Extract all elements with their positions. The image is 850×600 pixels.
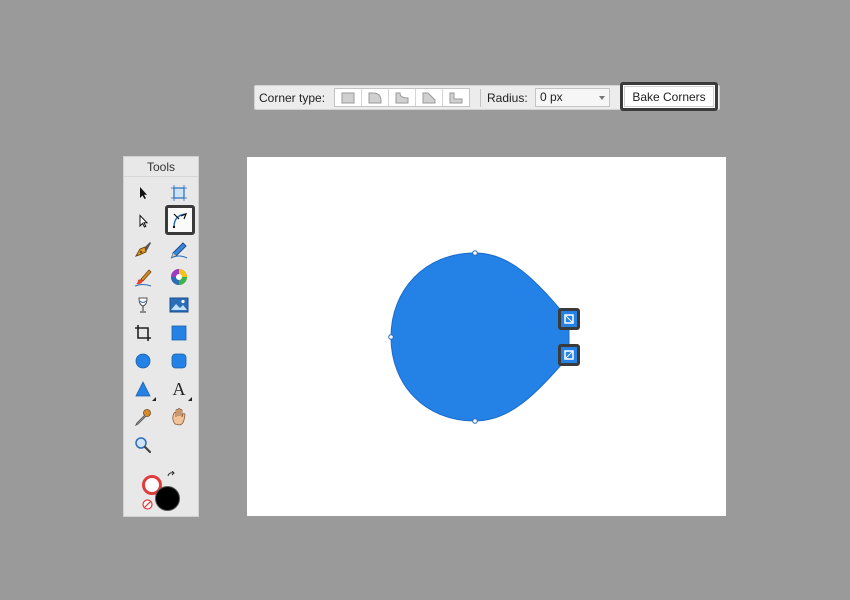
canvas-svg	[388, 250, 570, 424]
pen-tool[interactable]	[132, 238, 154, 260]
color-picker-tool-icon	[134, 409, 151, 426]
color-swatches	[140, 471, 186, 513]
node-handle-bottom[interactable]	[472, 418, 478, 424]
place-image-tool-icon	[169, 297, 189, 313]
chamfer-corner-icon	[422, 92, 436, 103]
no-color-icon[interactable]	[142, 499, 153, 510]
move-tool[interactable]	[132, 182, 154, 204]
corner-type-label: Corner type:	[259, 91, 326, 105]
corner-type-none-button[interactable]	[335, 89, 362, 106]
text-tool[interactable]: A	[168, 378, 192, 401]
corner-tool-icon	[172, 212, 188, 229]
corner-type-rounded-button[interactable]	[362, 89, 389, 106]
tools-title-divider	[124, 176, 198, 177]
zoom-tool-icon	[135, 437, 152, 454]
document-canvas[interactable]	[247, 157, 726, 516]
move-tool-icon	[140, 187, 147, 199]
view-tool-icon	[172, 408, 186, 426]
crop-tool[interactable]	[132, 322, 154, 344]
concave-corner-icon	[395, 92, 409, 103]
swap-colors-icon[interactable]	[166, 471, 178, 483]
place-image-tool[interactable]	[168, 294, 190, 316]
radius-dropdown[interactable]: 0 px	[535, 88, 610, 107]
fill-tool-icon	[138, 297, 148, 313]
zoom-tool[interactable]	[132, 434, 154, 456]
corner-node-icon	[564, 350, 574, 360]
triangle-tool[interactable]	[132, 378, 156, 401]
corner-type-straight-button[interactable]	[443, 89, 469, 106]
color-picker-tool[interactable]	[132, 406, 154, 428]
node-tool-icon	[139, 214, 149, 228]
corner-tool[interactable]	[165, 205, 195, 235]
view-tool[interactable]	[168, 406, 190, 428]
color-picker-wheel-icon	[171, 269, 187, 285]
triangle-tool-icon	[135, 381, 151, 397]
corner-node-icon	[564, 314, 574, 324]
radius-label: Radius:	[487, 91, 528, 105]
rectangle-tool[interactable]	[168, 322, 190, 344]
toolbar-separator	[480, 89, 481, 107]
rounded-corner-icon	[368, 92, 382, 103]
rounded-rectangle-tool-icon	[171, 353, 187, 369]
tools-panel: Tools A	[123, 156, 199, 517]
chevron-down-icon	[599, 96, 605, 100]
artboard-tool-icon	[171, 185, 187, 201]
rounded-rectangle-tool[interactable]	[168, 350, 190, 372]
corner-node-highlight-top[interactable]	[558, 308, 580, 330]
vector-brush-tool-icon	[134, 269, 152, 287]
teardrop-shape[interactable]	[390, 252, 570, 422]
artboard-tool[interactable]	[168, 182, 190, 204]
corner-node-highlight-bottom[interactable]	[558, 344, 580, 366]
node-handle-left[interactable]	[388, 334, 394, 340]
color-picker-wheel-tool[interactable]	[168, 266, 190, 288]
corner-type-concave-button[interactable]	[389, 89, 416, 106]
ellipse-tool[interactable]	[132, 350, 154, 372]
none-corner-icon	[341, 92, 355, 103]
crop-tool-icon	[135, 325, 151, 341]
node-handle-top[interactable]	[472, 250, 478, 256]
fill-tool[interactable]	[132, 294, 154, 316]
bake-corners-label: Bake Corners	[632, 89, 706, 104]
corner-type-chamfer-button[interactable]	[416, 89, 443, 106]
vector-brush-tool[interactable]	[132, 266, 154, 288]
straight-corner-icon	[449, 92, 463, 103]
radius-value: 0 px	[540, 90, 563, 104]
ellipse-tool-icon	[135, 353, 151, 369]
bake-corners-button[interactable]: Bake Corners	[620, 82, 718, 111]
rectangle-tool-icon	[171, 325, 187, 341]
corner-type-group	[334, 88, 470, 107]
node-tool[interactable]	[132, 210, 154, 232]
text-tool-icon: A	[172, 378, 186, 399]
pencil-tool-icon	[170, 242, 188, 259]
fill-color-swatch[interactable]	[155, 486, 180, 511]
pen-tool-icon	[134, 242, 151, 257]
tools-panel-title: Tools	[146, 160, 175, 174]
pencil-tool[interactable]	[168, 238, 190, 260]
